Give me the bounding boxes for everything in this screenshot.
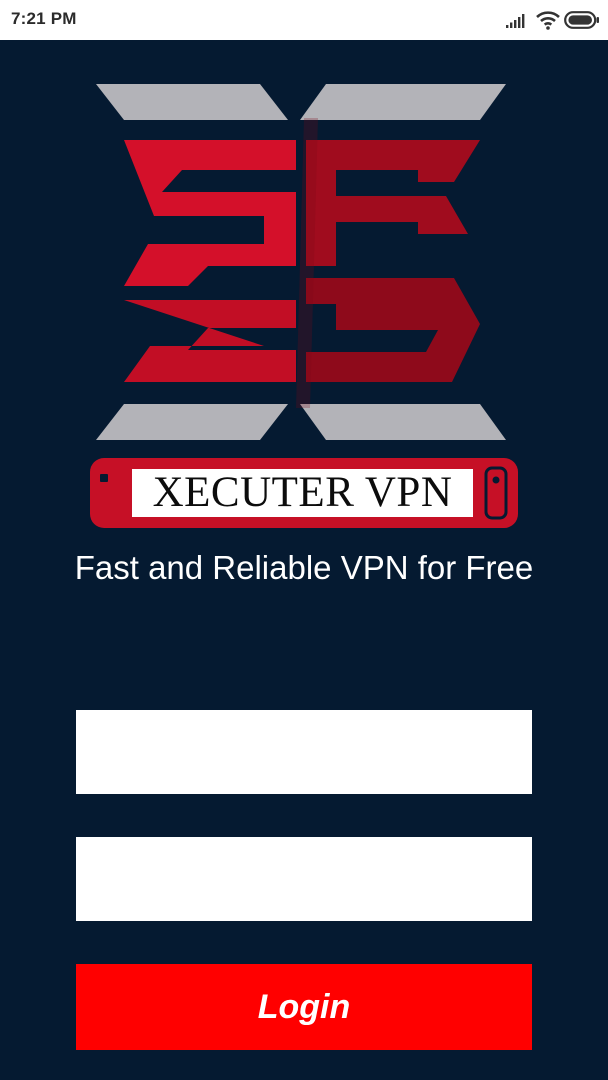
signal-icon [506, 13, 526, 32]
password-field[interactable] [76, 837, 532, 921]
status-bar: 7:21 PM [0, 0, 608, 40]
tagline: Fast and Reliable VPN for Free [74, 549, 534, 586]
battery-icon [564, 11, 600, 33]
xecuter-logo-icon [88, 78, 520, 450]
username-field[interactable] [76, 710, 532, 794]
brand-banner: XECUTER VPN [90, 458, 518, 528]
wifi-icon [536, 10, 560, 34]
brand-name: XECUTER VPN [132, 469, 473, 517]
status-time: 7:21 PM [11, 9, 77, 28]
login-button[interactable]: Login [76, 964, 532, 1050]
